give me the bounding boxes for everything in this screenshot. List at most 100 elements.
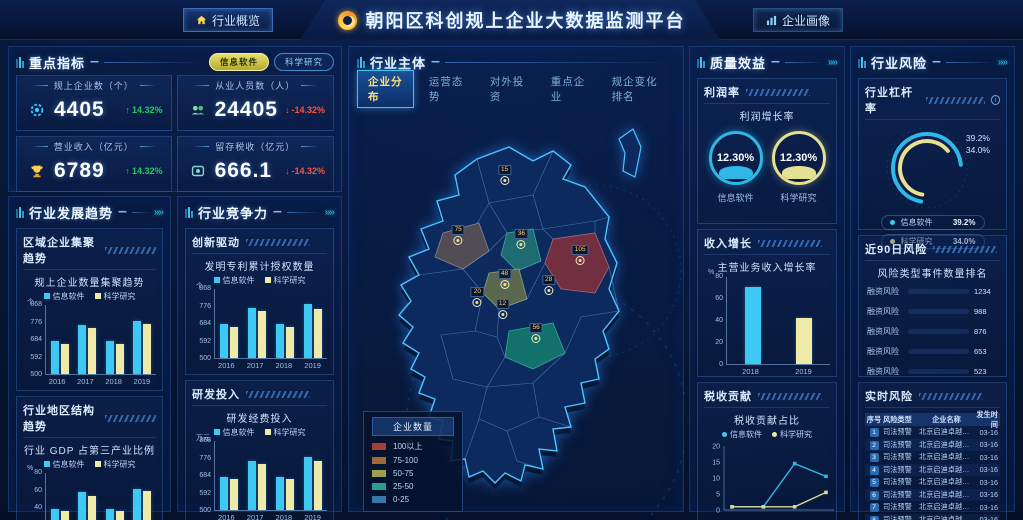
filter-pill-research[interactable]: 科学研究 (274, 53, 334, 71)
legend-swatch (95, 293, 101, 299)
table-row[interactable]: 3司法预警北京启迪卓越科技有限公司03-16 (865, 451, 1000, 464)
ring-gauge: 39.2% 34.0% (865, 122, 1000, 213)
bar (143, 491, 151, 520)
pin-icon (498, 310, 507, 319)
pin-icon (473, 298, 482, 307)
more-link[interactable]: »» (325, 207, 334, 218)
section-bars-icon (16, 57, 24, 68)
sub-region-structure: 行业地区结构趋势 行业 GDP 占第三产业比例 信息软件 科学研究 %80604… (16, 396, 163, 520)
map-marker-15[interactable]: 15 (498, 165, 511, 185)
bar (51, 341, 59, 374)
sub-cluster-trend: 区域企业集聚趋势 规上企业数量集聚趋势 信息软件 科学研究 个868776684… (16, 228, 163, 391)
bar (88, 496, 96, 520)
sub-tax-contribution: 税收贡献 税收贡献占比 信息软件 科学研究 201510502016201720… (697, 382, 837, 520)
table-row[interactable]: 4司法预警北京启迪卓越科技有限公司03-16 (865, 464, 1000, 477)
hbar-row: 融资风险988 (867, 306, 998, 317)
tab-0[interactable]: 企业分布 (357, 70, 414, 108)
tab-2[interactable]: 对外投资 (479, 70, 536, 108)
table-row[interactable]: 2司法预警北京启迪卓越科技有限公司03-16 (865, 439, 1000, 452)
section-bars-icon (357, 57, 365, 68)
bar (258, 464, 266, 510)
table-row[interactable]: 8司法预警北京启迪卓越科技有限公司03-16 (865, 514, 1000, 520)
liquid-gauge-research: 12.30% (772, 131, 826, 185)
hbar-row: 融资风险653 (867, 346, 998, 357)
people-icon (188, 100, 208, 120)
more-link[interactable]: »» (154, 207, 163, 218)
bar-chart-income: %80604020020182019 (704, 277, 830, 376)
bar-chart-icon (766, 15, 777, 26)
map-marker-75[interactable]: 75 (452, 225, 465, 245)
panel-key-indicators: 重点指标 – 信息软件 科学研究 规上企业数（个） 4405 ↑ 14.32% … (8, 46, 342, 192)
panel-risk: 行业风险 – »» 行业杠杆率 i 39.2% 34.0% 信息软件39.2% … (850, 46, 1015, 512)
wave-decor (719, 166, 753, 179)
bar (286, 327, 294, 358)
svg-text:10: 10 (712, 476, 720, 483)
hatch-decor (919, 393, 983, 400)
ring-legend-software: 信息软件39.2% (881, 215, 985, 230)
tab-4[interactable]: 规企变化排名 (601, 70, 675, 108)
map-marker-36[interactable]: 36 (515, 229, 528, 249)
legend-swatch (214, 277, 220, 283)
bar (51, 509, 59, 520)
table-row[interactable]: 1司法预警北京启迪卓越科技有限公司03-16 (865, 426, 1000, 439)
map-marker-12[interactable]: 12 (496, 299, 509, 319)
legend-swatch (265, 277, 271, 283)
money-icon (188, 161, 208, 181)
hatch-decor (746, 89, 810, 96)
kpi-card-tax: 留存税收（亿元） 666.1 ↓ -14.32% (177, 136, 334, 192)
filter-pill-software[interactable]: 信息软件 (209, 53, 269, 71)
more-link[interactable]: »» (828, 57, 837, 68)
delta-down: ↓ -14.32% (285, 105, 327, 115)
svg-text:0: 0 (716, 508, 720, 515)
liquid-gauge-software: 12.30% (709, 131, 763, 185)
legend-swatch (44, 461, 50, 467)
pin-icon (454, 236, 463, 245)
svg-text:5: 5 (716, 492, 720, 499)
bar (276, 324, 284, 358)
sub-90day-risk: 近90日风险 风险类型事件数量排名 融资风险1234融资风险988融资风险876… (858, 235, 1007, 377)
table-row[interactable]: 7司法预警北京启迪卓越科技有限公司03-16 (865, 501, 1000, 514)
bar (314, 461, 322, 510)
more-link[interactable]: »» (998, 57, 1007, 68)
map-marker-20[interactable]: 20 (471, 287, 484, 307)
bar (304, 304, 312, 358)
bar (143, 324, 151, 374)
district-map[interactable]: 1575361054828201256 企业数量 100以上75-10050-7… (349, 121, 685, 520)
sub-rd-investment: 研发投入 研发经费投入 信息软件 科学研究 万元8687766845925002… (185, 380, 334, 520)
top-header: 行业概览 朝阳区科创规上企业大数据监测平台 企业画像 (0, 0, 1023, 40)
hatch-decor (105, 415, 156, 422)
nav-enterprise-profile[interactable]: 企业画像 (753, 8, 843, 32)
bar (248, 308, 256, 358)
bar (88, 328, 96, 374)
map-marker-28[interactable]: 28 (542, 275, 555, 295)
sub-leverage: 行业杠杆率 i 39.2% 34.0% 信息软件39.2% 科学研究34.0% (858, 78, 1007, 230)
hatch-decor (933, 246, 997, 253)
legend-dot (722, 432, 727, 437)
pin-icon (544, 286, 553, 295)
bar (304, 457, 312, 510)
bar-chart-gdp: %8060402002016201720182019 (23, 473, 156, 520)
svg-text:20: 20 (712, 444, 720, 451)
info-icon[interactable]: i (991, 95, 1000, 105)
map-legend-row: 75-100 (372, 456, 454, 465)
tab-1[interactable]: 运营态势 (418, 70, 475, 108)
map-marker-105[interactable]: 105 (572, 245, 589, 265)
map-marker-48[interactable]: 48 (498, 269, 511, 289)
trophy-icon (27, 161, 47, 181)
tab-3[interactable]: 重点企业 (540, 70, 597, 108)
map-marker-56[interactable]: 56 (530, 323, 543, 343)
legend-chip (372, 470, 386, 477)
sub-realtime-risk: 实时风险 序号风险类型企业名称发生时间1司法预警北京启迪卓越科技有限公司03-1… (858, 382, 1007, 520)
legend-chip (372, 496, 386, 503)
hatch-decor (926, 97, 985, 104)
section-bars-icon (697, 57, 705, 68)
table-row[interactable]: 5司法预警北京启迪卓越科技有限公司03-16 (865, 476, 1000, 489)
hbar-row: 融资风险1234 (867, 286, 998, 297)
hatch-decor (246, 239, 310, 246)
hatch-decor (758, 240, 822, 247)
section-bars-icon (858, 57, 866, 68)
legend-swatch (44, 293, 50, 299)
table-row[interactable]: 6司法预警北京启迪卓越科技有限公司03-16 (865, 489, 1000, 502)
bar (314, 309, 322, 358)
hatch-decor (105, 247, 156, 254)
